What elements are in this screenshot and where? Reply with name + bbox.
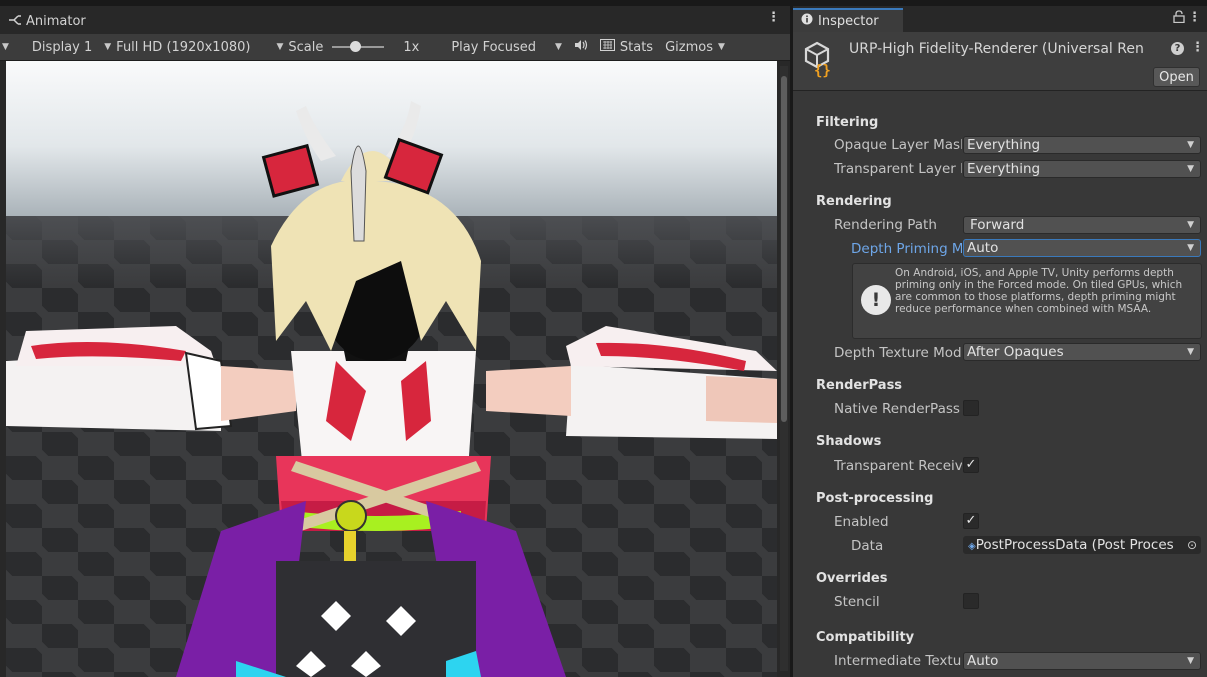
chevron-down-icon: ▼: [1187, 656, 1194, 666]
stencil-checkbox[interactable]: [963, 593, 979, 609]
native-renderpass-label: Native RenderPass: [834, 401, 960, 417]
chevron-down-icon: ▼: [554, 42, 562, 52]
stats-toggle[interactable]: Stats: [594, 34, 659, 60]
stats-label: Stats: [619, 39, 654, 55]
tab-label: Inspector: [818, 13, 879, 29]
tab-label: Animator: [26, 14, 86, 29]
object-field-value: PostProcessData (Post Proces: [975, 537, 1174, 553]
section-renderpass: RenderPass: [816, 378, 903, 393]
warning-text: On Android, iOS, and Apple TV, Unity per…: [895, 267, 1183, 315]
object-picker-icon[interactable]: ⊙: [1187, 537, 1197, 553]
section-post-processing: Post-processing: [816, 491, 934, 506]
game-view-scrollbar-thumb[interactable]: [781, 76, 787, 422]
depth-texture-mode-label: Depth Texture Mod: [834, 345, 962, 361]
scale-label: Scale: [288, 39, 324, 55]
opaque-layer-mask-label: Opaque Layer Masl: [834, 137, 962, 153]
tab-menu-kebab-icon[interactable]: ⋮: [767, 10, 780, 25]
gizmos-label: Gizmos: [665, 39, 713, 55]
dropdown-value: Everything: [967, 137, 1041, 153]
resolution-dropdown[interactable]: ▼ Full HD (1920x1080): [98, 34, 256, 60]
transparent-layer-mask-label: Transparent Layer I: [834, 161, 962, 177]
pp-enabled-label: Enabled: [834, 514, 889, 530]
scale-slider-handle[interactable]: [350, 41, 362, 52]
game-viewport[interactable]: [6, 61, 777, 677]
speaker-icon: [574, 39, 588, 55]
scale-slider[interactable]: [332, 41, 385, 52]
play-mode-label: Play Focused: [451, 39, 536, 55]
pp-data-object-field[interactable]: ◈PostProcessData (Post Proces ⊙: [963, 536, 1201, 554]
game-view-panel: Animator ⋮ ▼ Display 1 ▼ Full HD (1920x1…: [0, 6, 790, 677]
rendering-path-dropdown[interactable]: Forward ▼: [963, 216, 1201, 234]
opaque-layer-mask-dropdown[interactable]: Everything ▼: [963, 136, 1201, 154]
keyboard-icon: [599, 39, 615, 55]
section-overrides: Overrides: [816, 571, 888, 586]
dropdown-value: Auto: [967, 653, 999, 669]
chevron-down-icon: ▼: [2, 42, 9, 52]
pp-data-label: Data: [851, 538, 884, 554]
depth-priming-mode-label: Depth Priming M: [851, 241, 962, 257]
inspector-panel: Inspector ⋮ {} URP-High Fidelity-Rendere…: [793, 6, 1207, 677]
open-button[interactable]: Open: [1153, 67, 1200, 87]
inspector-menu-kebab-icon[interactable]: ⋮: [1188, 10, 1201, 25]
resolution-label: Full HD (1920x1080): [116, 39, 251, 55]
asset-menu-kebab-icon[interactable]: ⋮: [1191, 40, 1204, 55]
asset-header: {} URP-High Fidelity-Renderer (Universal…: [793, 32, 1207, 91]
play-mode-dropdown[interactable]: Play Focused ▼: [445, 34, 568, 60]
tab-animator[interactable]: Animator: [0, 9, 208, 34]
transparent-layer-mask-dropdown[interactable]: Everything ▼: [963, 160, 1201, 178]
chevron-down-icon[interactable]: ▼: [276, 42, 283, 52]
warning-exclamation-icon: !: [861, 285, 891, 315]
depth-priming-warning-box: ! On Android, iOS, and Apple TV, Unity p…: [852, 263, 1202, 339]
native-renderpass-checkbox[interactable]: [963, 400, 979, 416]
gizmos-dropdown[interactable]: Gizmos ▼: [659, 34, 731, 60]
help-icon[interactable]: ?: [1171, 42, 1184, 55]
asset-title: URP-High Fidelity-Renderer (Universal Re…: [849, 41, 1144, 57]
display-dropdown[interactable]: ▼ Display 1: [0, 34, 98, 60]
scale-control: ▼ Scale 1x: [270, 34, 425, 60]
game-view-toolbar: ▼ Display 1 ▼ Full HD (1920x1080) ▼ Scal…: [0, 34, 790, 61]
pp-enabled-checkbox[interactable]: ✓: [963, 513, 979, 529]
chevron-down-icon: ▼: [1187, 140, 1194, 150]
character-model: [6, 101, 777, 677]
chevron-down-icon: ▼: [1187, 164, 1194, 174]
svg-text:{}: {}: [814, 63, 831, 78]
intermediate-texture-dropdown[interactable]: Auto ▼: [963, 652, 1201, 670]
dropdown-value: Auto: [967, 240, 999, 256]
inspector-tabbar: Inspector ⋮: [793, 6, 1207, 32]
dropdown-value: Forward: [970, 217, 1025, 233]
mute-audio-button[interactable]: [568, 34, 594, 60]
chevron-down-icon: ▼: [1187, 243, 1194, 253]
chevron-down-icon: ▼: [104, 42, 112, 52]
chevron-down-icon: ▼: [1187, 347, 1194, 357]
info-icon: [801, 13, 813, 29]
display-label: Display 1: [31, 39, 93, 55]
tab-inspector[interactable]: Inspector: [793, 8, 903, 32]
section-compatibility: Compatibility: [816, 630, 915, 645]
section-rendering: Rendering: [816, 194, 892, 209]
dropdown-value: After Opaques: [967, 344, 1064, 360]
lock-icon[interactable]: [1173, 10, 1185, 27]
dropdown-value: Everything: [967, 161, 1041, 177]
animator-icon: [8, 14, 22, 30]
rendering-path-label: Rendering Path: [834, 217, 937, 233]
stencil-label: Stencil: [834, 594, 880, 610]
checkmark-icon: ✓: [965, 513, 977, 528]
transparent-receive-shadows-label: Transparent Receiv: [834, 458, 962, 474]
section-shadows: Shadows: [816, 434, 882, 449]
depth-texture-mode-dropdown[interactable]: After Opaques ▼: [963, 343, 1201, 361]
game-view-tabbar: Animator ⋮: [0, 6, 790, 34]
post-process-asset-icon: ◈: [968, 541, 976, 552]
checkmark-icon: ✓: [965, 457, 977, 472]
intermediate-texture-label: Intermediate Textur: [834, 653, 962, 669]
renderer-asset-icon: {}: [803, 40, 837, 79]
scale-value: 1x: [403, 39, 420, 55]
chevron-down-icon: ▼: [1187, 220, 1194, 230]
chevron-down-icon: ▼: [717, 42, 725, 52]
transparent-receive-shadows-checkbox[interactable]: ✓: [963, 457, 979, 473]
depth-priming-mode-dropdown[interactable]: Auto ▼: [963, 239, 1201, 257]
section-filtering: Filtering: [816, 115, 879, 130]
